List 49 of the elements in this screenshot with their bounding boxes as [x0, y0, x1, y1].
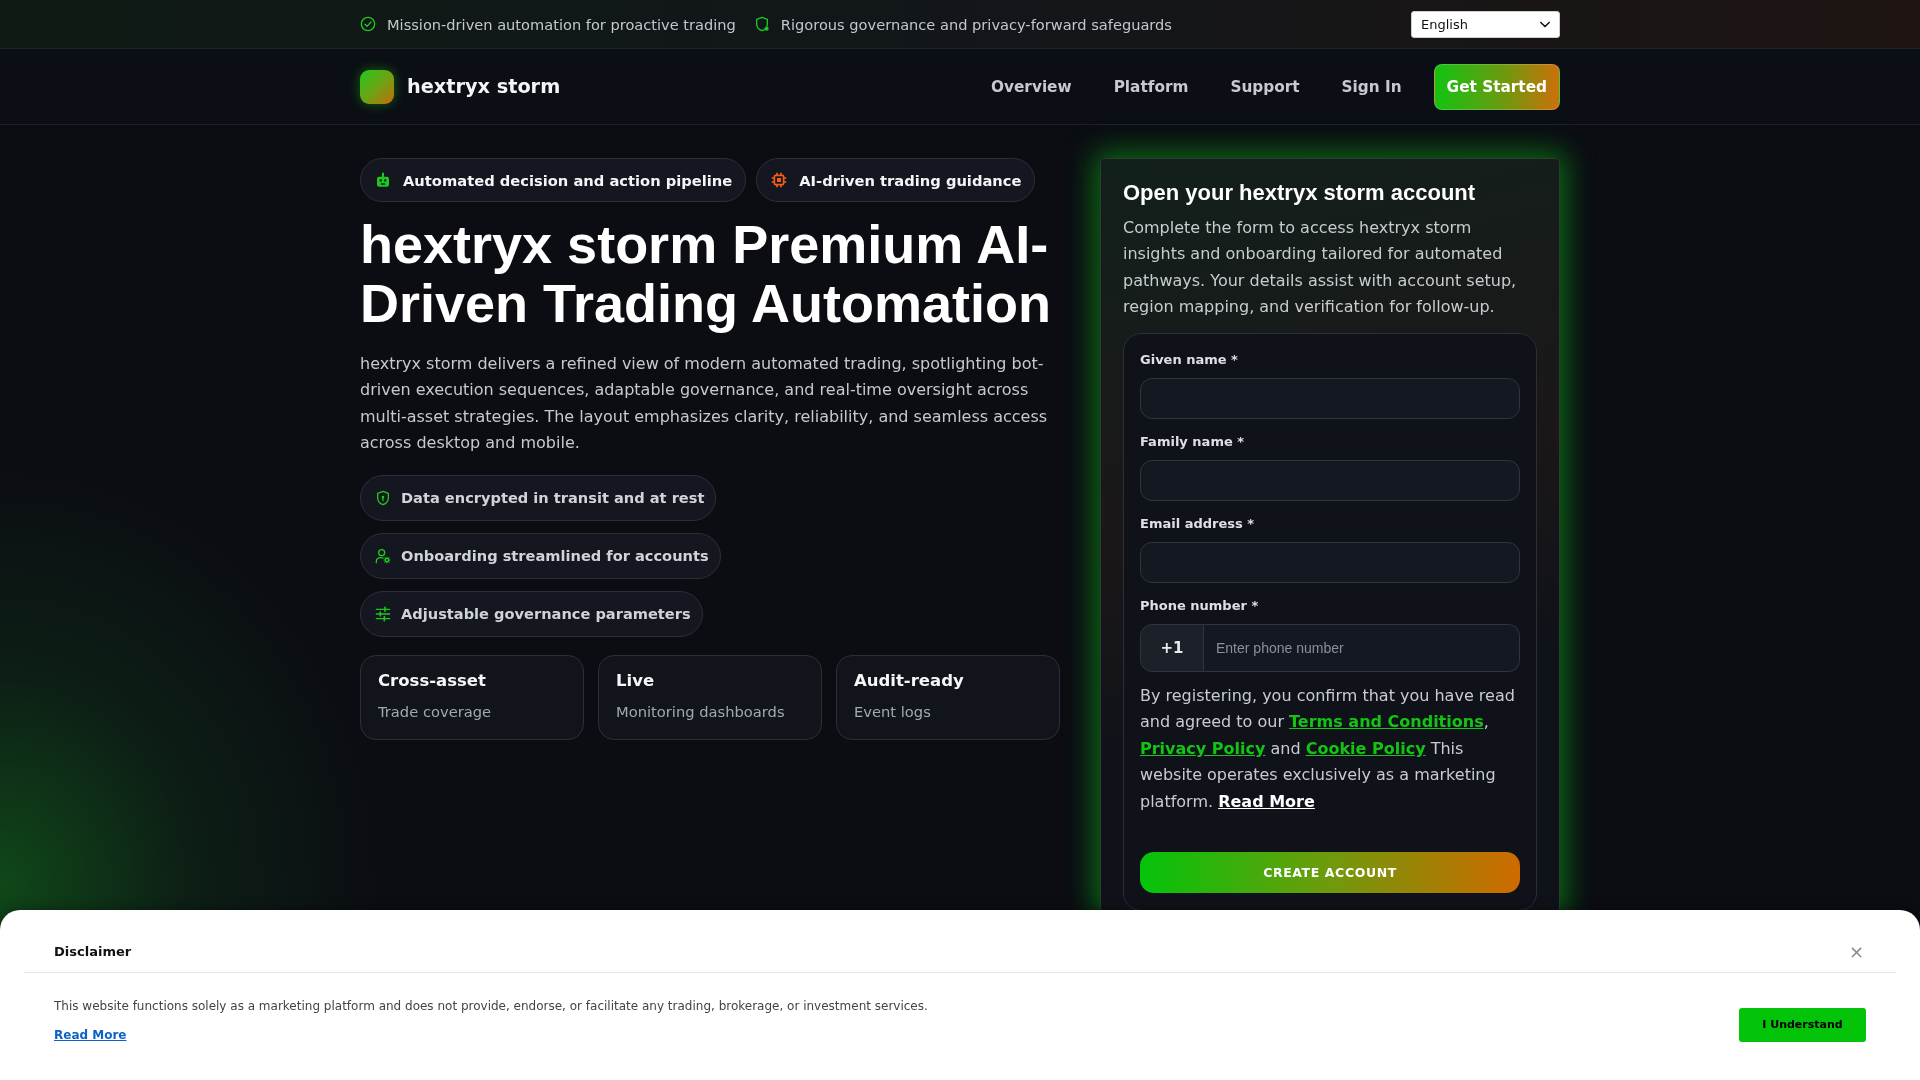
chip-label: Automated decision and action pipeline: [403, 171, 733, 189]
highlight-text: Rigorous governance and privacy-forward safeguards: [780, 15, 1172, 33]
shield-icon: [375, 489, 391, 506]
brand-name: hextryx storm: [407, 75, 561, 98]
feature-label: Adjustable governance parameters: [401, 605, 691, 623]
input-field[interactable]: [1140, 377, 1520, 419]
field-label: Phone number *: [1140, 597, 1260, 614]
chip-label: AI-driven trading guidance: [799, 171, 1022, 189]
stat-subtitle: Event logs: [854, 701, 932, 722]
country-code[interactable]: +1: [1140, 623, 1204, 672]
read-more-link[interactable]: Read More: [1218, 791, 1315, 811]
highlight-text: Mission-driven automation for proactive trading: [387, 15, 736, 33]
understand-button[interactable]: I Understand: [1739, 1007, 1866, 1042]
chevron-down-icon: [1540, 20, 1550, 28]
disclaimer-text: This website functions solely as a marketing platform and does not provide, endorse, or facilitate any trading, brokerage, or investment services.: [54, 998, 928, 1015]
nav-link[interactable]: Sign In: [1331, 69, 1412, 104]
sliders-icon: [375, 605, 391, 622]
policy-link[interactable]: Cookie Policy: [1305, 738, 1426, 758]
stat-subtitle: Monitoring dashboards: [616, 701, 786, 722]
stat-title: Audit-ready: [854, 670, 965, 691]
logo-icon: [360, 69, 394, 104]
stat-title: Cross-asset: [378, 670, 487, 691]
shield-icon: [753, 16, 770, 32]
phone-field[interactable]: Enter phone number: [1204, 623, 1520, 672]
read-more-link[interactable]: Read More: [54, 1026, 127, 1044]
feature-label: Onboarding streamlined for accounts: [401, 547, 709, 565]
user-gear-icon: [375, 547, 391, 564]
hero-title: hextryx storm Premium AI-Driven Trading Automation: [360, 215, 1053, 333]
hero-description: hextryx storm delivers a refined view of modern automated trading, spotlighting bot-driven execution sequences, adaptable governance, and real-time oversight across multi-asset strategies. The layout emphasizes clarity, reliability, and seamless access across desktop and mobile.: [360, 353, 1049, 455]
field-label: Email address *: [1140, 515, 1256, 532]
language-select[interactable]: English: [1411, 10, 1560, 38]
disclaimer-title: Disclaimer: [54, 943, 132, 961]
consent-text: By registering, you confirm that you have read and agreed to our Terms and Conditions, Privacy Policy and Cookie Policy This website operates exclusively as a marketing platform. Read More: [1140, 684, 1516, 813]
signup-description: Complete the form to access hextryx storm insights and onboarding tailored for automated pathways. Your details assist with account setup, region mapping, and verification for follow-up.: [1123, 217, 1518, 319]
input-field[interactable]: [1140, 541, 1520, 583]
check-circle-icon: [360, 16, 376, 32]
feature-label: Data encrypted in transit and at rest: [401, 489, 705, 507]
nav-link[interactable]: Support: [1220, 69, 1310, 104]
input-field[interactable]: [1140, 459, 1520, 501]
policy-link[interactable]: Terms and Conditions: [1289, 712, 1484, 732]
get-started-button[interactable]: Get Started: [1433, 63, 1560, 110]
signup-title: Open your hextryx storm account: [1123, 179, 1477, 207]
field-label: Family name *: [1140, 433, 1246, 450]
policy-link[interactable]: Privacy Policy: [1140, 738, 1266, 758]
stat-subtitle: Trade coverage: [378, 701, 493, 722]
field-label: Given name *: [1140, 351, 1239, 368]
nav-link[interactable]: Platform: [1103, 69, 1199, 104]
nav-link[interactable]: Overview: [981, 69, 1082, 104]
stat-title: Live: [616, 670, 656, 691]
